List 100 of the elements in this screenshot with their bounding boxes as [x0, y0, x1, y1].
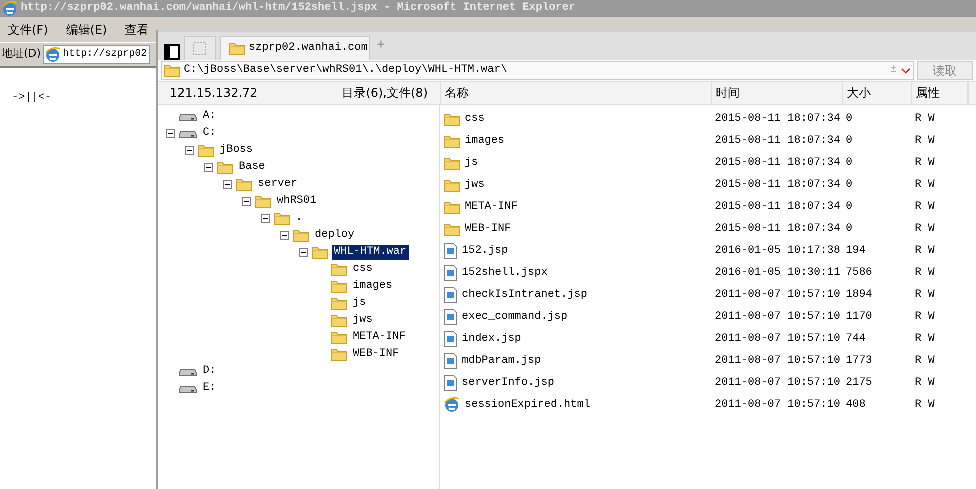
file-name-cell[interactable]: jws	[440, 176, 711, 194]
table-cell-text: 2011-08-07 10:57:10	[714, 310, 842, 325]
chevron-down-icon	[901, 68, 911, 74]
table-cell-text: R W	[914, 376, 936, 391]
blank-tab-icon	[193, 42, 207, 56]
drive-icon	[179, 112, 197, 122]
tree-item[interactable]: META-INF	[158, 329, 439, 346]
file-name-cell[interactable]: css	[440, 110, 711, 128]
tree-item[interactable]: WEB-INF	[158, 346, 439, 363]
table-cell-text: R W	[914, 200, 936, 215]
folder-icon	[331, 331, 347, 344]
column-header[interactable]: 时间	[712, 82, 843, 104]
table-cell-text: 1894	[845, 288, 874, 303]
menu-item[interactable]: 查看	[125, 20, 150, 38]
table-cell-text: 2011-08-07 10:57:10	[714, 288, 842, 303]
tree-item[interactable]: Base	[158, 159, 439, 176]
tab[interactable]	[184, 36, 216, 60]
folder-icon	[274, 212, 290, 225]
table-cell-text: 2015-08-11 18:07:34	[714, 178, 842, 193]
file-icon	[444, 287, 457, 303]
table-cell-text: 7586	[845, 266, 874, 281]
folder-icon	[331, 280, 347, 293]
file-name-cell[interactable]: mdbParam.jsp	[440, 352, 711, 370]
file-name-cell[interactable]: serverInfo.jsp	[440, 374, 711, 392]
address-field[interactable]: http://szprp02	[43, 45, 150, 64]
drive-icon	[179, 366, 197, 376]
folder-icon	[236, 178, 252, 191]
host-address: 121.15.132.72	[170, 85, 258, 102]
table-cell-text: 0	[845, 200, 854, 215]
tree-item[interactable]: WHL-HTM.war	[158, 244, 439, 261]
tree-item[interactable]: E:	[158, 380, 439, 397]
folder-icon	[331, 297, 347, 310]
table-cell-text: 2011-08-07 10:57:10	[714, 376, 842, 391]
table-cell-text: R W	[914, 178, 936, 193]
file-name-cell[interactable]: WEB-INF	[440, 220, 711, 238]
file-name-cell[interactable]: exec_command.jsp	[440, 308, 711, 326]
ie-icon	[45, 46, 62, 62]
menu-item[interactable]: 文件(F)	[8, 20, 48, 38]
table-cell-text: 0	[845, 222, 854, 237]
table-cell-text: 1773	[845, 354, 874, 369]
folder-icon	[331, 314, 347, 327]
tree-item[interactable]: D:	[158, 363, 439, 380]
file-name-cell[interactable]: images	[440, 132, 711, 150]
folder-icon	[444, 112, 460, 126]
path-field[interactable]: C:\jBoss\Base\server\whRS01\.\deploy\WHL-HTM.war\ ±	[161, 61, 914, 80]
table-cell-text: 2015-08-11 18:07:34	[714, 222, 842, 237]
column-header[interactable]: 属性	[912, 82, 968, 104]
table-cell-text: 0	[845, 134, 854, 149]
folder-icon	[198, 144, 214, 157]
tree-item[interactable]: css	[158, 261, 439, 278]
tree-item[interactable]: images	[158, 278, 439, 295]
table-cell-text: 2011-08-07 10:57:10	[714, 398, 842, 413]
tree-item[interactable]: deploy	[158, 227, 439, 244]
file-name-cell[interactable]: 152shell.jspx	[440, 264, 711, 282]
tree-item[interactable]: .	[158, 210, 439, 227]
column-header[interactable]: 名称	[441, 82, 712, 104]
tree-item[interactable]: A:	[158, 108, 439, 125]
table-cell-text: 408	[845, 398, 867, 413]
file-name-cell[interactable]: sessionExpired.html	[440, 396, 711, 414]
ie-icon	[2, 0, 18, 16]
folder-icon	[255, 195, 271, 208]
tree-item[interactable]: server	[158, 176, 439, 193]
table-cell-text: 744	[845, 332, 867, 347]
folder-icon	[164, 64, 180, 77]
tree-item[interactable]: C:	[158, 125, 439, 142]
file-icon	[444, 331, 457, 347]
file-icon	[444, 309, 457, 325]
tree-item[interactable]: jws	[158, 312, 439, 329]
file-name-cell[interactable]: checkIsIntranet.jsp	[440, 286, 711, 304]
table-cell-text: R W	[914, 134, 936, 149]
item-count: 目录(6),文件(8)	[342, 85, 428, 102]
file-icon	[444, 265, 457, 281]
drive-icon	[179, 128, 197, 138]
file-name-cell[interactable]: META-INF	[440, 198, 711, 216]
file-name-cell[interactable]: 152.jsp	[440, 242, 711, 260]
table-cell-text: 2015-08-11 18:07:34	[714, 156, 842, 171]
file-name-cell[interactable]: js	[440, 154, 711, 172]
column-header[interactable]: 大小	[843, 82, 912, 104]
page-text: ->||<-	[12, 92, 52, 104]
table-cell-text: R W	[914, 398, 936, 413]
table-cell-text: 2011-08-07 10:57:10	[714, 354, 842, 369]
folder-icon	[293, 229, 309, 242]
table-cell-text: R W	[914, 244, 936, 259]
folder-icon	[331, 348, 347, 361]
tab[interactable]: szprp02.wanhai.com	[220, 36, 370, 60]
folder-icon	[331, 263, 347, 276]
folder-icon	[444, 200, 460, 214]
table-cell-text: 0	[845, 156, 854, 171]
folder-icon	[312, 246, 328, 259]
table-cell-text: 2016-01-05 10:30:11	[714, 266, 842, 281]
table-cell-text: R W	[914, 156, 936, 171]
tree-item[interactable]: js	[158, 295, 439, 312]
tree-item[interactable]: jBoss	[158, 142, 439, 159]
file-icon	[444, 375, 457, 391]
table-cell-text: R W	[914, 354, 936, 369]
table-cell-text: 2011-08-07 10:57:10	[714, 332, 842, 347]
tree-item[interactable]: whRS01	[158, 193, 439, 210]
menu-item[interactable]: 编辑(E)	[66, 20, 108, 38]
table-cell-text: 2015-08-11 18:07:34	[714, 112, 842, 127]
file-name-cell[interactable]: index.jsp	[440, 330, 711, 348]
